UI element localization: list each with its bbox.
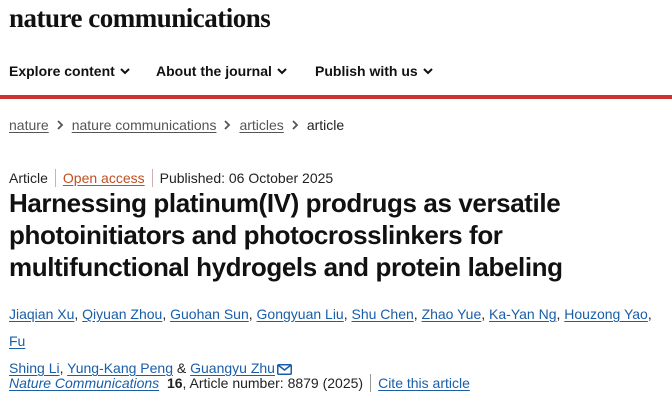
meta-divider <box>54 169 56 187</box>
header-divider <box>0 95 672 99</box>
main-nav: Explore content About the journal Publis… <box>0 62 672 82</box>
article-title: Harnessing platinum(IV) prodrugs as vers… <box>9 188 563 282</box>
author-link[interactable]: Zhao Yue <box>422 306 482 322</box>
nav-about-journal[interactable]: About the journal <box>156 62 287 79</box>
article-type: Article <box>9 170 48 186</box>
breadcrumb-nature-communications[interactable]: nature communications <box>72 117 217 133</box>
author-link[interactable]: Ka-Yan Ng <box>489 306 556 322</box>
breadcrumb-nature[interactable]: nature <box>9 117 49 133</box>
cite-this-article-link[interactable]: Cite this article <box>378 375 470 391</box>
nav-explore-content[interactable]: Explore content <box>9 62 130 79</box>
chevron-right-icon <box>292 117 299 133</box>
volume: 16 <box>166 375 183 391</box>
meta-divider <box>151 169 153 187</box>
article-number: , Article number: 8879 (2025) <box>182 375 364 391</box>
breadcrumb-articles[interactable]: articles <box>239 117 283 133</box>
breadcrumb: nature nature communications articles artic… <box>9 117 344 133</box>
author-link[interactable]: Gongyuan Liu <box>257 306 344 322</box>
author-link[interactable]: Qiyuan Zhou <box>82 306 162 322</box>
chevron-down-icon <box>277 62 287 78</box>
citation-line: Nature Communications 16, Article number… <box>9 374 470 392</box>
chevron-right-icon <box>224 117 231 133</box>
author-link[interactable]: Guohan Sun <box>170 306 249 322</box>
journal-link[interactable]: Nature Communications <box>9 375 159 391</box>
chevron-down-icon <box>120 62 130 78</box>
published-date: Published: 06 October 2025 <box>159 170 334 186</box>
open-access-link[interactable]: Open access <box>63 170 145 186</box>
nav-publish-with-us[interactable]: Publish with us <box>315 62 433 79</box>
nav-explore-label: Explore content <box>9 63 115 79</box>
author-link[interactable]: Shu Chen <box>352 306 414 322</box>
chevron-down-icon <box>422 62 433 78</box>
nav-publish-label: Publish with us <box>315 63 418 79</box>
author-list: Jiaqian Xu, Qiyuan Zhou, Guohan Sun, Gon… <box>9 301 669 384</box>
breadcrumb-current: article <box>306 117 345 133</box>
citation-divider <box>370 374 372 392</box>
site-logo[interactable]: nature communications <box>9 3 271 34</box>
nav-about-label: About the journal <box>156 63 272 79</box>
author-link[interactable]: Fu <box>9 333 25 349</box>
chevron-right-icon <box>57 117 64 133</box>
article-meta: Article Open access Published: 06 October … <box>9 169 333 187</box>
author-link[interactable]: Jiaqian Xu <box>9 306 74 322</box>
author-link[interactable]: Houzong Yao <box>564 306 648 322</box>
